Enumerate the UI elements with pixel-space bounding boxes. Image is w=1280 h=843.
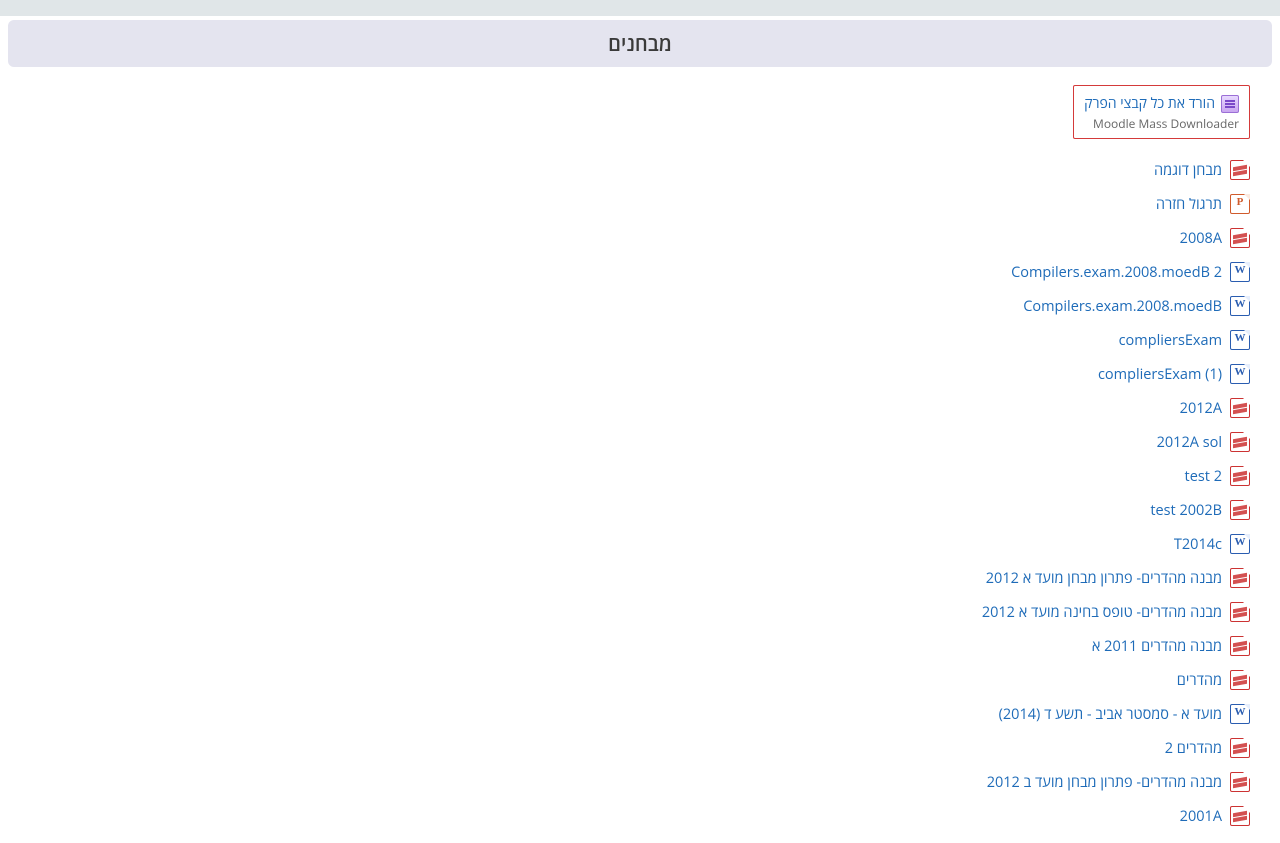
download-all-box[interactable]: הורד את כל קבצי הפרק Moodle Mass Downloa… [1073, 85, 1250, 139]
pdf-icon [1230, 568, 1250, 588]
resource-link[interactable]: Compilers.exam.2008.moedB 2 [1011, 263, 1222, 282]
resource-link[interactable]: compliersExam (1) [1098, 365, 1222, 384]
resource-item: תרגול חזרה [30, 187, 1250, 221]
download-all-subtitle: Moodle Mass Downloader [1084, 115, 1239, 132]
resource-item: 2008A [30, 221, 1250, 255]
resource-item: test 2 [30, 459, 1250, 493]
resource-item: מהדרים 2 [30, 731, 1250, 765]
resource-item: מבנה מהדרים 2011 א [30, 629, 1250, 663]
resource-link[interactable]: T2014c [1174, 535, 1222, 554]
powerpoint-icon [1230, 194, 1250, 214]
word-icon [1230, 330, 1250, 350]
word-icon [1230, 262, 1250, 282]
resource-link[interactable]: test 2002B [1150, 501, 1222, 520]
resource-link[interactable]: תרגול חזרה [1156, 195, 1222, 214]
resource-item: 2012A [30, 391, 1250, 425]
resource-link[interactable]: מבנה מהדרים 2011 א [1092, 637, 1222, 656]
resource-link[interactable]: compliersExam [1119, 331, 1222, 350]
word-icon [1230, 296, 1250, 316]
resource-item: מועד א - סמסטר אביב - תשע ד (2014) [30, 697, 1250, 731]
pdf-icon [1230, 806, 1250, 826]
resource-link[interactable]: מועד א - סמסטר אביב - תשע ד (2014) [999, 705, 1222, 724]
resource-link[interactable]: 2012A [1180, 399, 1222, 418]
pdf-icon [1230, 500, 1250, 520]
pdf-icon [1230, 160, 1250, 180]
resource-link[interactable]: 2012A sol [1157, 433, 1222, 452]
resource-item: מבנה מהדרים- פתרון מבחן מועד ב 2012 [30, 765, 1250, 799]
pdf-icon [1230, 398, 1250, 418]
resource-link[interactable]: 2008A [1180, 229, 1222, 248]
resource-item: test 2002B [30, 493, 1250, 527]
word-icon [1230, 534, 1250, 554]
resource-item: Compilers.exam.2008.moedB 2 [30, 255, 1250, 289]
pdf-icon [1230, 636, 1250, 656]
section-content: הורד את כל קבצי הפרק Moodle Mass Downloa… [0, 67, 1280, 843]
section-title: מבחנים [8, 20, 1272, 67]
resource-link[interactable]: test 2 [1185, 467, 1222, 486]
resource-item: מהדרים [30, 663, 1250, 697]
pdf-icon [1230, 466, 1250, 486]
resource-item: compliersExam [30, 323, 1250, 357]
resource-link[interactable]: Compilers.exam.2008.moedB [1023, 297, 1222, 316]
resource-link[interactable]: מבנה מהדרים- פתרון מבחן מועד א 2012 [986, 569, 1222, 588]
resource-item: מבנה מהדרים- פתרון מבחן מועד א 2012 [30, 561, 1250, 595]
resource-link[interactable]: מהדרים 2 [1165, 739, 1222, 758]
word-icon [1230, 364, 1250, 384]
resource-item: 2001A [30, 799, 1250, 833]
download-all-link[interactable]: הורד את כל קבצי הפרק [1084, 94, 1215, 113]
resource-link[interactable]: מבחן דוגמה [1154, 161, 1222, 180]
pdf-icon [1230, 738, 1250, 758]
resource-item: מבחן דוגמה [30, 153, 1250, 187]
resource-link[interactable]: מבנה מהדרים- פתרון מבחן מועד ב 2012 [987, 773, 1222, 792]
download-all-icon [1221, 95, 1239, 113]
resource-item: Compilers.exam.2008.moedB [30, 289, 1250, 323]
resource-item: מבנה מהדרים- טופס בחינה מועד א 2012 [30, 595, 1250, 629]
pdf-icon [1230, 228, 1250, 248]
resource-item: T2014c [30, 527, 1250, 561]
resource-link[interactable]: מהדרים [1177, 671, 1222, 690]
resource-link[interactable]: 2001A [1180, 807, 1222, 826]
resource-item: compliersExam (1) [30, 357, 1250, 391]
resource-link[interactable]: מבנה מהדרים- טופס בחינה מועד א 2012 [982, 603, 1222, 622]
pdf-icon [1230, 772, 1250, 792]
pdf-icon [1230, 602, 1250, 622]
pdf-icon [1230, 670, 1250, 690]
word-icon [1230, 704, 1250, 724]
top-strip [0, 0, 1280, 16]
resource-list: מבחן דוגמה תרגול חזרה 2008A Compilers.exam.… [30, 153, 1250, 833]
resource-item: 2012A sol [30, 425, 1250, 459]
pdf-icon [1230, 432, 1250, 452]
